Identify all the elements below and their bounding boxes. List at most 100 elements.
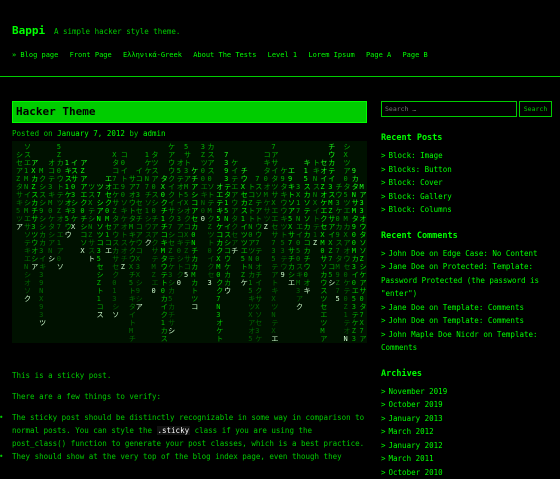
post-date-link[interactable]: January 7, 2012: [57, 129, 125, 138]
matrix-glyph: ト: [177, 263, 184, 271]
matrix-glyph: エ: [271, 335, 278, 343]
matrix-glyph: N: [39, 287, 43, 295]
matrix-glyph: 5: [344, 191, 348, 199]
nav-item-page-a[interactable]: Page A: [366, 51, 391, 59]
matrix-glyph: ア: [152, 175, 159, 183]
matrix-glyph: 1: [112, 287, 116, 295]
matrix-glyph: ア: [16, 167, 23, 175]
matrix-glyph: コ: [264, 151, 271, 159]
matrix-glyph: ツ: [152, 159, 159, 167]
archive-link[interactable]: January 2012: [389, 441, 443, 450]
recent-comment-link[interactable]: John Doe on Edge Case: No Content: [389, 249, 538, 258]
matrix-glyph: 0: [255, 255, 259, 263]
matrix-glyph: ツ: [57, 199, 64, 207]
nav-item-greek[interactable]: Ελληνικά-Greek: [123, 51, 182, 59]
recent-comment-link[interactable]: Jane Doe on Protected: Template: Passwor…: [381, 262, 539, 298]
matrix-glyph: Z: [336, 279, 340, 287]
matrix-glyph: イ: [313, 207, 320, 215]
matrix-glyph: ス: [31, 191, 38, 199]
archives-widget: Archives >November 2019 >October 2019 >J…: [381, 369, 552, 479]
matrix-glyph: ク: [255, 287, 262, 295]
matrix-glyph: ソ: [360, 247, 367, 255]
matrix-glyph: ア: [184, 175, 191, 183]
archive-link[interactable]: November 2019: [389, 387, 448, 396]
matrix-glyph: キ: [16, 199, 23, 207]
matrix-glyph: 1: [105, 231, 109, 239]
matrix-glyph: 3: [296, 183, 300, 191]
recent-post-link[interactable]: Block: Cover: [389, 178, 443, 187]
matrix-glyph: キ: [313, 167, 320, 175]
matrix-glyph: 7: [168, 223, 172, 231]
recent-post-link[interactable]: Block: Gallery: [389, 192, 452, 201]
matrix-glyph: ケ: [112, 191, 119, 199]
matrix-glyph: ア: [344, 167, 351, 175]
matrix-glyph: オ: [31, 247, 38, 255]
matrix-glyph: 1: [304, 167, 308, 175]
nav-item-blog-page[interactable]: » Blog page: [12, 51, 58, 59]
archive-link[interactable]: October 2010: [389, 468, 443, 477]
matrix-glyph: コ: [224, 247, 231, 255]
recent-comment-link[interactable]: John Maple Doe Nicdr on Template: Commen…: [381, 330, 538, 353]
archive-link[interactable]: January 2013: [389, 414, 443, 423]
recent-post-link[interactable]: Block: Image: [389, 151, 443, 160]
recent-comments-title: Recent Comments: [381, 231, 552, 241]
matrix-glyph: イ: [328, 231, 335, 239]
recent-post-link[interactable]: Block: Columns: [389, 205, 452, 214]
matrix-glyph: ス: [71, 167, 78, 175]
nav-item-lorem-ipsum[interactable]: Lorem Ipsum: [308, 51, 354, 59]
matrix-glyph: ス: [241, 207, 248, 215]
matrix-glyph: サ: [255, 295, 262, 303]
matrix-glyph: 0: [208, 247, 212, 255]
matrix-glyph: ア: [152, 231, 159, 239]
matrix-rain-image: シセアZタサキ5ツアソスエ1MNイシMエサソテキエNシオソクアXカZスカチサ3ツ…: [12, 141, 367, 343]
matrix-glyph: オ: [255, 263, 262, 271]
matrix-glyph: イ: [168, 199, 175, 207]
matrix-glyph: 9: [39, 279, 43, 287]
matrix-glyph: ク: [296, 303, 303, 311]
search-button[interactable]: Search: [519, 101, 552, 117]
nav-item-page-b[interactable]: Page B: [402, 51, 427, 59]
nav-item-level-1[interactable]: Level 1: [268, 51, 298, 59]
recent-comment-link[interactable]: Jane Doe on Template: Comments: [389, 303, 524, 312]
matrix-glyph: M: [39, 167, 43, 175]
matrix-glyph: タ: [112, 214, 119, 223]
matrix-glyph: イ: [177, 199, 184, 207]
matrix-glyph: タ: [352, 182, 359, 191]
chevron-right-icon: >: [381, 316, 386, 325]
recent-post-link[interactable]: Blocks: Button: [389, 165, 452, 174]
site-title[interactable]: Bappi: [12, 24, 45, 37]
matrix-glyph: エ: [271, 207, 278, 215]
matrix-glyph: テ: [231, 175, 238, 183]
matrix-glyph: シ: [39, 215, 46, 223]
matrix-glyph: 7: [255, 239, 259, 247]
matrix-glyph: Z: [57, 207, 61, 215]
matrix-glyph: ク: [184, 215, 191, 223]
matrix-glyph: エ: [344, 207, 351, 215]
archive-link[interactable]: March 2011: [389, 454, 434, 463]
matrix-glyph: ウ: [344, 255, 351, 263]
matrix-glyph: シ: [16, 151, 23, 159]
recent-post-item: >Block: Cover: [381, 176, 552, 190]
recent-comment-item: >Jane Doe on Template: Comments: [381, 301, 552, 315]
matrix-glyph: ク: [161, 311, 168, 319]
post-author-link[interactable]: admin: [143, 129, 166, 138]
matrix-glyph: オ: [264, 183, 271, 191]
recent-comment-link[interactable]: John Doe on Template: Comments: [389, 316, 524, 325]
matrix-glyph: 3: [352, 303, 356, 311]
archives-title: Archives: [381, 369, 552, 379]
archive-link[interactable]: October 2019: [389, 400, 443, 409]
post-title[interactable]: Hacker Theme: [12, 101, 367, 123]
matrix-glyph: 1: [97, 295, 101, 303]
matrix-glyph: エ: [112, 183, 119, 191]
matrix-glyph: 1: [145, 151, 149, 159]
matrix-glyph: ウ: [136, 239, 143, 247]
matrix-glyph: カ: [216, 239, 223, 247]
archive-link[interactable]: March 2012: [389, 427, 434, 436]
matrix-glyph: イ: [129, 311, 136, 319]
matrix-glyph: ト: [216, 335, 223, 343]
matrix-glyph: キ: [161, 239, 168, 247]
nav-item-about-the-tests[interactable]: About The Tests: [193, 51, 256, 59]
search-input[interactable]: [381, 101, 517, 117]
matrix-glyph: カ: [304, 247, 311, 255]
nav-item-front-page[interactable]: Front Page: [70, 51, 112, 59]
